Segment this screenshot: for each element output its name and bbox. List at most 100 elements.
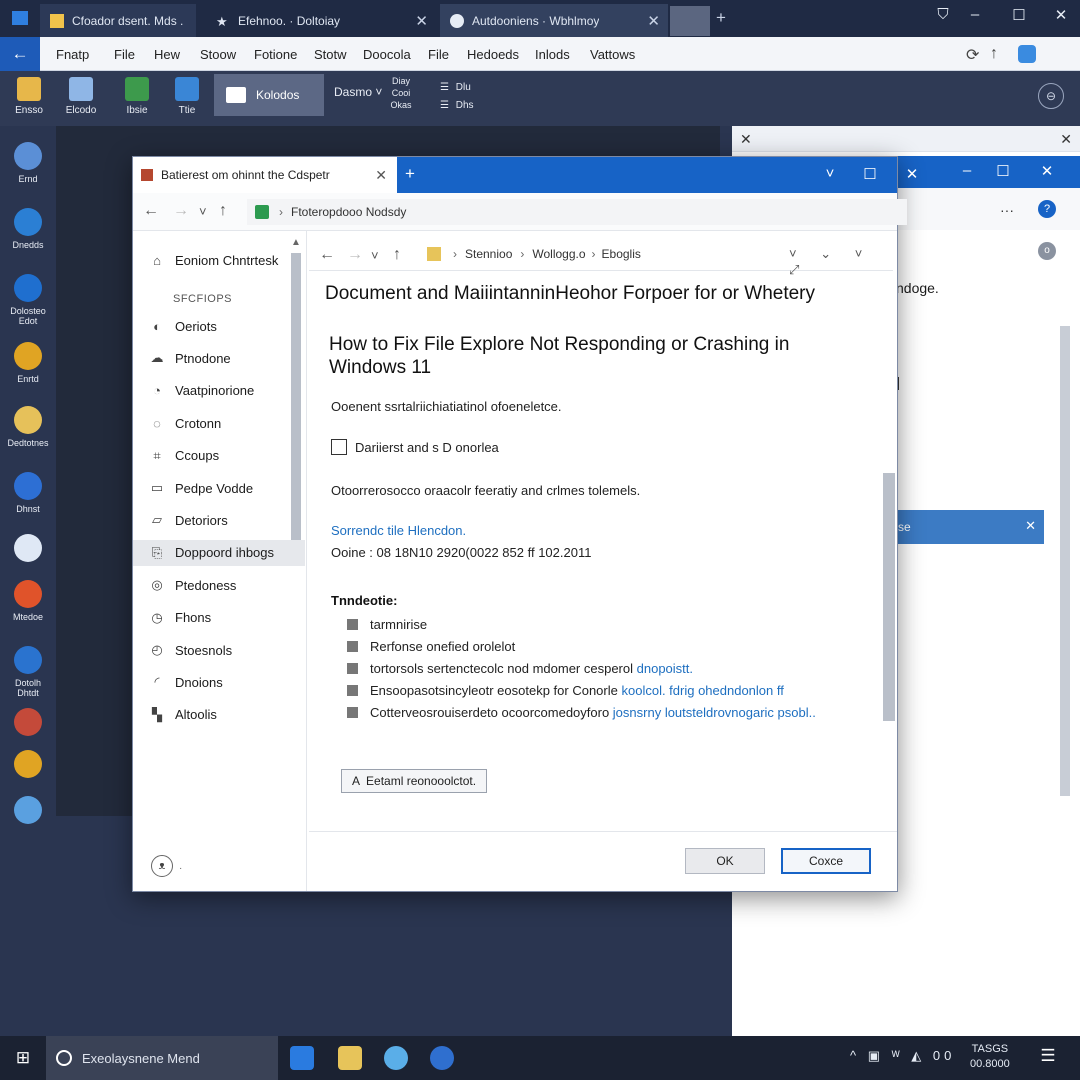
folder-icon[interactable] [338, 1046, 362, 1070]
chevron-down-icon[interactable]: ˅ [371, 248, 379, 263]
menu-item[interactable]: Hedoeds [467, 47, 519, 62]
checkbox-row[interactable]: Dariierst and s D onorlea [331, 439, 499, 455]
maximize-button[interactable]: ☐ [988, 162, 1018, 180]
system-tray[interactable]: ^ ▣ ᵂ ◭ 00 [850, 1048, 955, 1064]
sidebar-item[interactable]: ▱ Detoriors [133, 507, 305, 533]
checkbox[interactable] [331, 439, 347, 455]
close-icon[interactable]: ✕ [1060, 131, 1072, 148]
sidebar-item[interactable]: ◷ Fhons [133, 605, 305, 631]
scrollbar-thumb[interactable] [883, 473, 895, 721]
scrollbar[interactable] [1058, 246, 1070, 1036]
restore-button[interactable]: ☐ [855, 165, 885, 183]
maximize-button[interactable]: ☐ [1002, 6, 1036, 24]
desktop-icon[interactable] [4, 796, 52, 828]
desktop-icon[interactable]: Dolosteo Edot [4, 274, 52, 326]
menu-item[interactable]: Inlods [535, 47, 570, 62]
more-icon[interactable]: ··· [1000, 202, 1014, 218]
ribbon-button[interactable]: Elcodo [58, 75, 104, 123]
ribbon-dropdown[interactable]: Dasmo ˅ [334, 85, 382, 99]
browser-tab-1[interactable]: Cfoador dsent. Mds . [40, 4, 196, 37]
list-item-link[interactable]: koolcol. fdrig ohedndonlon ff [621, 683, 783, 698]
menu-item[interactable]: Fotione [254, 47, 297, 62]
back-arrow-icon[interactable]: ← [143, 202, 159, 220]
notification-icon[interactable]: ☰ [1036, 1046, 1060, 1070]
desktop-icon[interactable]: Dedtotnes [4, 406, 52, 448]
close-dialog-button[interactable]: Coxce [781, 848, 871, 874]
ribbon-button[interactable]: Ttie [164, 75, 210, 123]
scrollbar[interactable] [881, 473, 895, 763]
scrollbar-thumb[interactable] [1060, 326, 1070, 796]
forward-arrow-icon[interactable]: → [347, 246, 363, 264]
browser-tab-3[interactable]: Autdooniens · Wbhlmoy ✕ [440, 4, 668, 37]
main-window[interactable]: Batierest om ohinnt the Cdspetr ✕ + ˅ ☐ … [132, 156, 918, 892]
main-window-tab[interactable]: Batierest om ohinnt the Cdspetr ✕ [133, 157, 397, 193]
breadcrumb-item[interactable]: Stennioo [465, 247, 512, 261]
source-link[interactable]: Sorrendc tile Hlencdon. [331, 523, 466, 538]
dropdown-icon[interactable]: ˅ [815, 165, 845, 182]
start-button[interactable]: ⊞ [0, 1036, 46, 1080]
desktop-icon[interactable]: Enrtd [4, 342, 52, 384]
list-item-link[interactable]: dnopoistt. [637, 661, 693, 676]
ribbon-small-group[interactable]: Diay Cooi Okas [386, 75, 416, 111]
ok-button[interactable]: OK [685, 848, 765, 874]
menu-item[interactable]: File [428, 47, 449, 62]
close-icon[interactable]: ✕ [415, 12, 428, 30]
desktop-icon[interactable]: Dhnst [4, 472, 52, 514]
breadcrumb-item[interactable]: Wollogg.o [532, 247, 585, 261]
close-icon[interactable]: ✕ [740, 131, 752, 148]
new-tab-button[interactable]: + [405, 164, 415, 184]
taskbar-search[interactable]: Exeolaysnene Mend [46, 1036, 278, 1080]
desktop-icon[interactable] [4, 750, 52, 782]
sidebar-item[interactable]: ⌗ Ccoups [133, 443, 305, 469]
browser-tab-2[interactable]: ★ Efehnoo. · Doltoiay ✕ [206, 4, 436, 37]
sidebar-item[interactable]: ◐ Oeriots [133, 313, 305, 339]
sidebar-item[interactable]: ⎘ Doppoord ihbogs [133, 539, 305, 566]
back-arrow-icon[interactable]: ← [319, 246, 335, 264]
tab-preview[interactable] [670, 6, 710, 36]
close-button[interactable]: ✕ [897, 165, 927, 183]
menu-item[interactable]: Vattows [590, 47, 635, 62]
sidebar-item[interactable]: ◜ Dnoions [133, 669, 305, 695]
sidebar-item[interactable]: ▚ Altoolis [133, 702, 305, 728]
up-arrow-icon[interactable]: ↑ [219, 202, 227, 220]
up-arrow-icon[interactable]: ↑ [990, 45, 998, 63]
desktop-icon[interactable]: Dotolh Dhtdt [4, 646, 52, 698]
refresh-icon[interactable]: ⟳ [966, 45, 979, 65]
desktop-icon[interactable]: Dnedds [4, 208, 52, 250]
close-icon[interactable]: ✕ [647, 12, 660, 30]
shield-icon[interactable]: ⛉ [926, 6, 960, 23]
settings-chevron-icon[interactable]: · [179, 863, 182, 874]
notification-banner[interactable]: se ✕ [882, 510, 1044, 544]
back-button[interactable]: ← [0, 37, 40, 71]
sidebar-item[interactable]: ◌ Crotonn [133, 410, 305, 436]
clock[interactable]: TASGS 00.8000 [970, 1042, 1010, 1072]
options-icon[interactable]: ⊖ [1038, 83, 1064, 109]
menu-item[interactable]: Doocola [363, 47, 411, 62]
security-icon[interactable] [430, 1046, 454, 1070]
ribbon-small-group[interactable]: ☰ Dlu ☰ Dhs [440, 79, 510, 115]
close-icon[interactable]: ✕ [375, 167, 387, 184]
breadcrumb[interactable]: › Stennioo › Wollogg.o › Eboglis [427, 241, 697, 267]
desktop-icon[interactable] [4, 534, 52, 566]
ribbon-active-button[interactable]: Kolodos [214, 74, 324, 116]
sidebar-item[interactable]: ◔ Vaatpinorione [133, 378, 305, 404]
minimize-button[interactable]: – [958, 6, 992, 23]
forward-arrow-icon[interactable]: → [173, 202, 189, 220]
breadcrumb-item[interactable]: Eboglis [602, 247, 641, 261]
feedback-button[interactable]: A Eetaml reonooolctot. [341, 769, 487, 793]
menu-item[interactable]: Hew [154, 47, 180, 62]
edge-icon[interactable] [290, 1046, 314, 1070]
help-icon[interactable] [1018, 45, 1036, 63]
up-arrow-icon[interactable]: ↑ [393, 246, 401, 264]
chevron-down-icon[interactable]: ˅ [199, 204, 207, 219]
desktop-icon[interactable]: Ernd [4, 142, 52, 184]
desktop-icon[interactable]: Mtedoe [4, 580, 52, 622]
close-button[interactable]: ✕ [1044, 6, 1078, 24]
menu-item[interactable]: File [114, 47, 135, 62]
address-field[interactable]: › Ftoteropdooo Nodsdy [247, 199, 907, 225]
info-icon[interactable]: ? [1038, 200, 1056, 218]
browser-icon[interactable] [384, 1046, 408, 1070]
ribbon-button[interactable]: Ibsie [114, 75, 160, 123]
menu-item[interactable]: Stoow [200, 47, 236, 62]
sidebar-item[interactable]: ☁ Ptnodone [133, 345, 305, 371]
